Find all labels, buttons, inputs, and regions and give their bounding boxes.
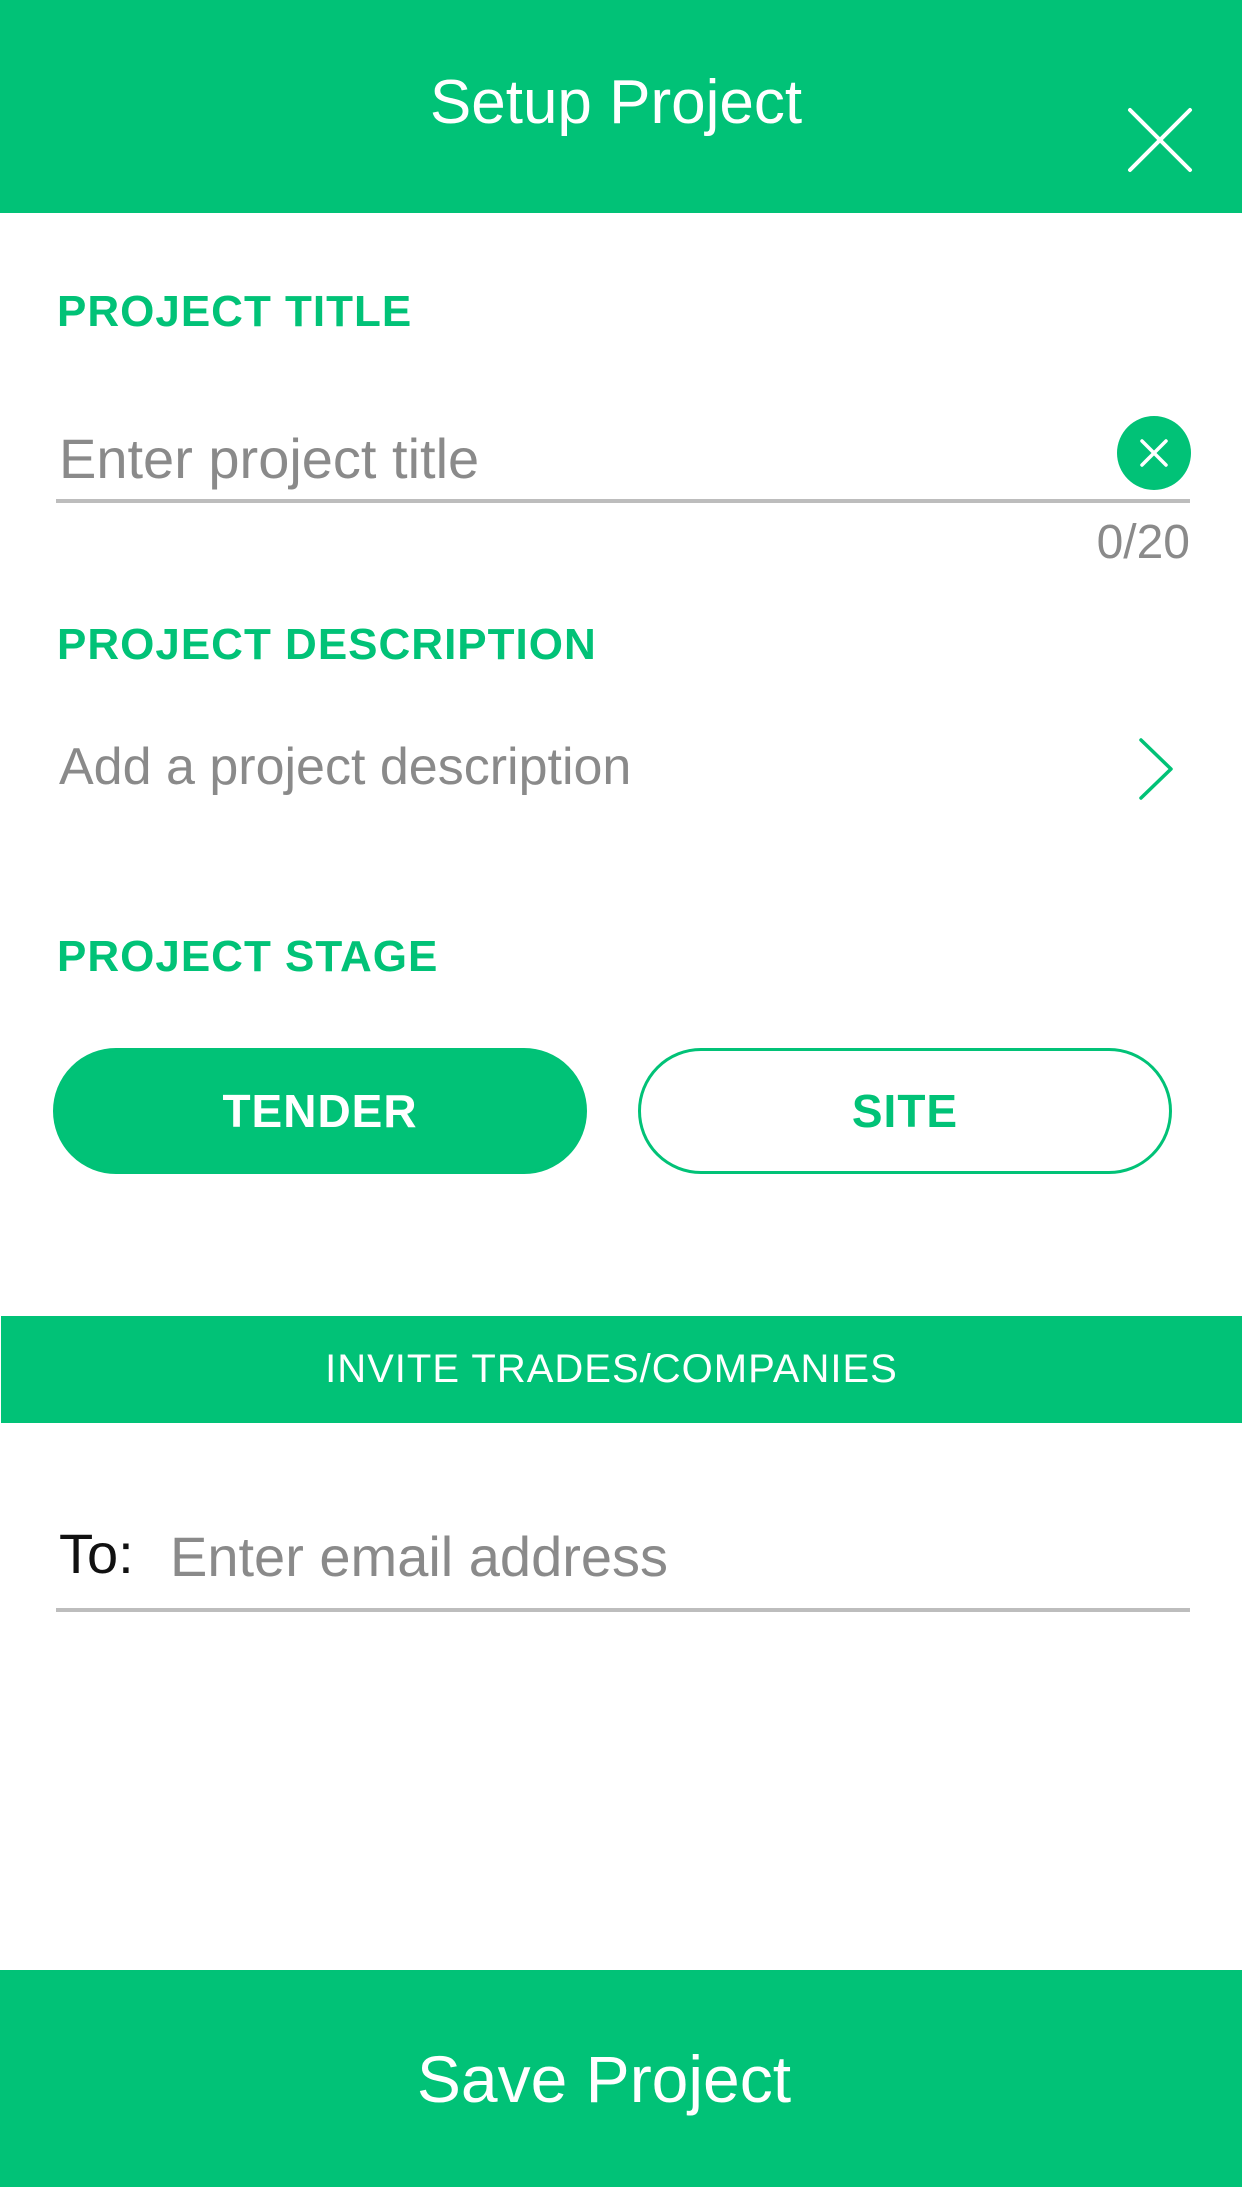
project-description-row[interactable]: Add a project description: [56, 730, 1190, 810]
title-char-counter: 0/20: [1096, 516, 1190, 569]
email-underline: [56, 1608, 1190, 1612]
close-button[interactable]: [1120, 104, 1200, 184]
header-bar: Setup Project: [0, 0, 1242, 213]
chevron-right-icon: [1139, 738, 1173, 800]
clear-title-button[interactable]: [1117, 416, 1191, 490]
setup-project-screen: Setup Project PROJECT TITLE 0/20 PROJECT…: [0, 0, 1242, 2187]
page-title: Setup Project: [429, 68, 803, 137]
stage-tender-button[interactable]: TENDER: [53, 1048, 587, 1174]
stage-site-button[interactable]: SITE: [638, 1048, 1172, 1174]
project-title-underline: [56, 499, 1190, 503]
email-input[interactable]: [170, 1518, 1190, 1594]
project-title-label: PROJECT TITLE: [57, 287, 413, 336]
clear-icon: [1140, 439, 1168, 467]
save-project-button[interactable]: Save Project: [0, 1970, 1242, 2187]
project-description-label: PROJECT DESCRIPTION: [57, 620, 597, 669]
close-icon: [1128, 108, 1192, 172]
to-label: To:: [59, 1522, 134, 1585]
invite-section-header: INVITE TRADES/COMPANIES: [1, 1316, 1242, 1423]
project-description-placeholder: Add a project description: [59, 738, 632, 796]
project-title-input[interactable]: [59, 420, 1099, 496]
project-stage-label: PROJECT STAGE: [57, 932, 439, 981]
